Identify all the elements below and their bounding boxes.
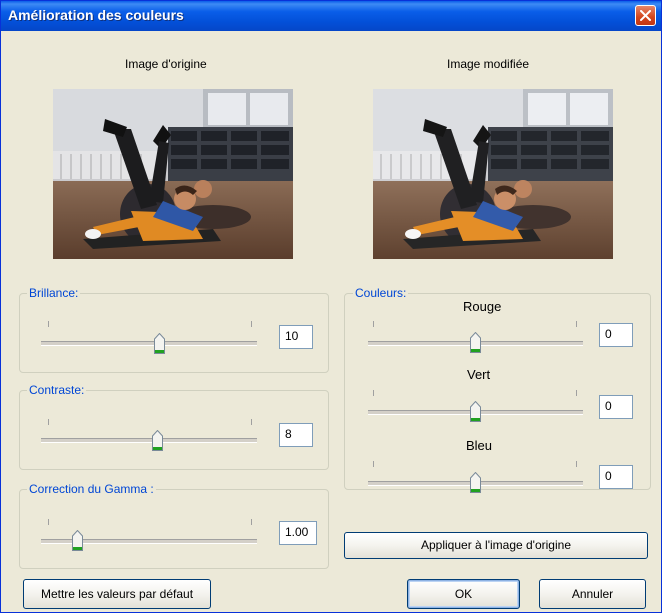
gamma-label: Correction du Gamma : <box>27 482 156 496</box>
slider-thumb[interactable] <box>72 530 84 551</box>
slider-tick <box>373 461 374 467</box>
slider-thumb[interactable] <box>470 472 481 493</box>
slider-tick <box>576 461 577 467</box>
slider-tick <box>48 419 49 425</box>
brightness-value-field[interactable]: 10 <box>279 325 313 349</box>
contrast-label: Contraste: <box>27 383 87 397</box>
workout-photo <box>373 89 613 259</box>
colors-label: Couleurs: <box>353 286 409 300</box>
slider-track <box>41 341 257 346</box>
ok-button[interactable]: OK <box>407 579 520 609</box>
apply-to-original-button[interactable]: Appliquer à l'image d'origine <box>344 532 648 559</box>
workout-photo <box>53 89 293 259</box>
red-label: Rouge <box>463 299 502 314</box>
slider-track <box>41 438 257 443</box>
reset-defaults-button[interactable]: Mettre les valeurs par défaut <box>23 579 211 609</box>
slider-tick <box>251 419 252 425</box>
slider-thumb[interactable] <box>470 332 481 353</box>
slider-tick <box>251 519 252 525</box>
modified-image-label: Image modifiée <box>447 57 530 71</box>
color-enhancement-dialog: Amélioration des couleurs Image d'origin… <box>0 0 662 613</box>
dialog-title: Amélioration des couleurs <box>8 7 184 23</box>
slider-tick <box>48 519 49 525</box>
slider-tick <box>48 321 49 327</box>
green-value-field[interactable]: 0 <box>599 395 633 419</box>
modified-image-preview <box>373 89 613 259</box>
red-value-field[interactable]: 0 <box>599 323 633 347</box>
blue-value-field[interactable]: 0 <box>599 465 633 489</box>
close-icon <box>640 10 651 21</box>
slider-thumb[interactable] <box>154 333 166 354</box>
blue-label: Bleu <box>466 438 493 453</box>
brightness-label: Brillance: <box>27 286 81 300</box>
green-label: Vert <box>467 367 491 382</box>
close-button[interactable] <box>635 5 656 26</box>
title-bar[interactable]: Amélioration des couleurs <box>1 1 661 31</box>
slider-tick <box>373 390 374 396</box>
original-image-preview <box>53 89 293 259</box>
contrast-value-field[interactable]: 8 <box>279 423 313 447</box>
slider-thumb[interactable] <box>470 401 481 422</box>
gamma-value-field[interactable]: 1.00 <box>279 521 317 545</box>
slider-tick <box>251 321 252 327</box>
original-image-label: Image d'origine <box>125 57 207 71</box>
slider-tick <box>576 321 577 327</box>
cancel-button[interactable]: Annuler <box>539 579 646 609</box>
slider-tick <box>576 390 577 396</box>
slider-thumb[interactable] <box>152 430 164 451</box>
slider-tick <box>373 321 374 327</box>
